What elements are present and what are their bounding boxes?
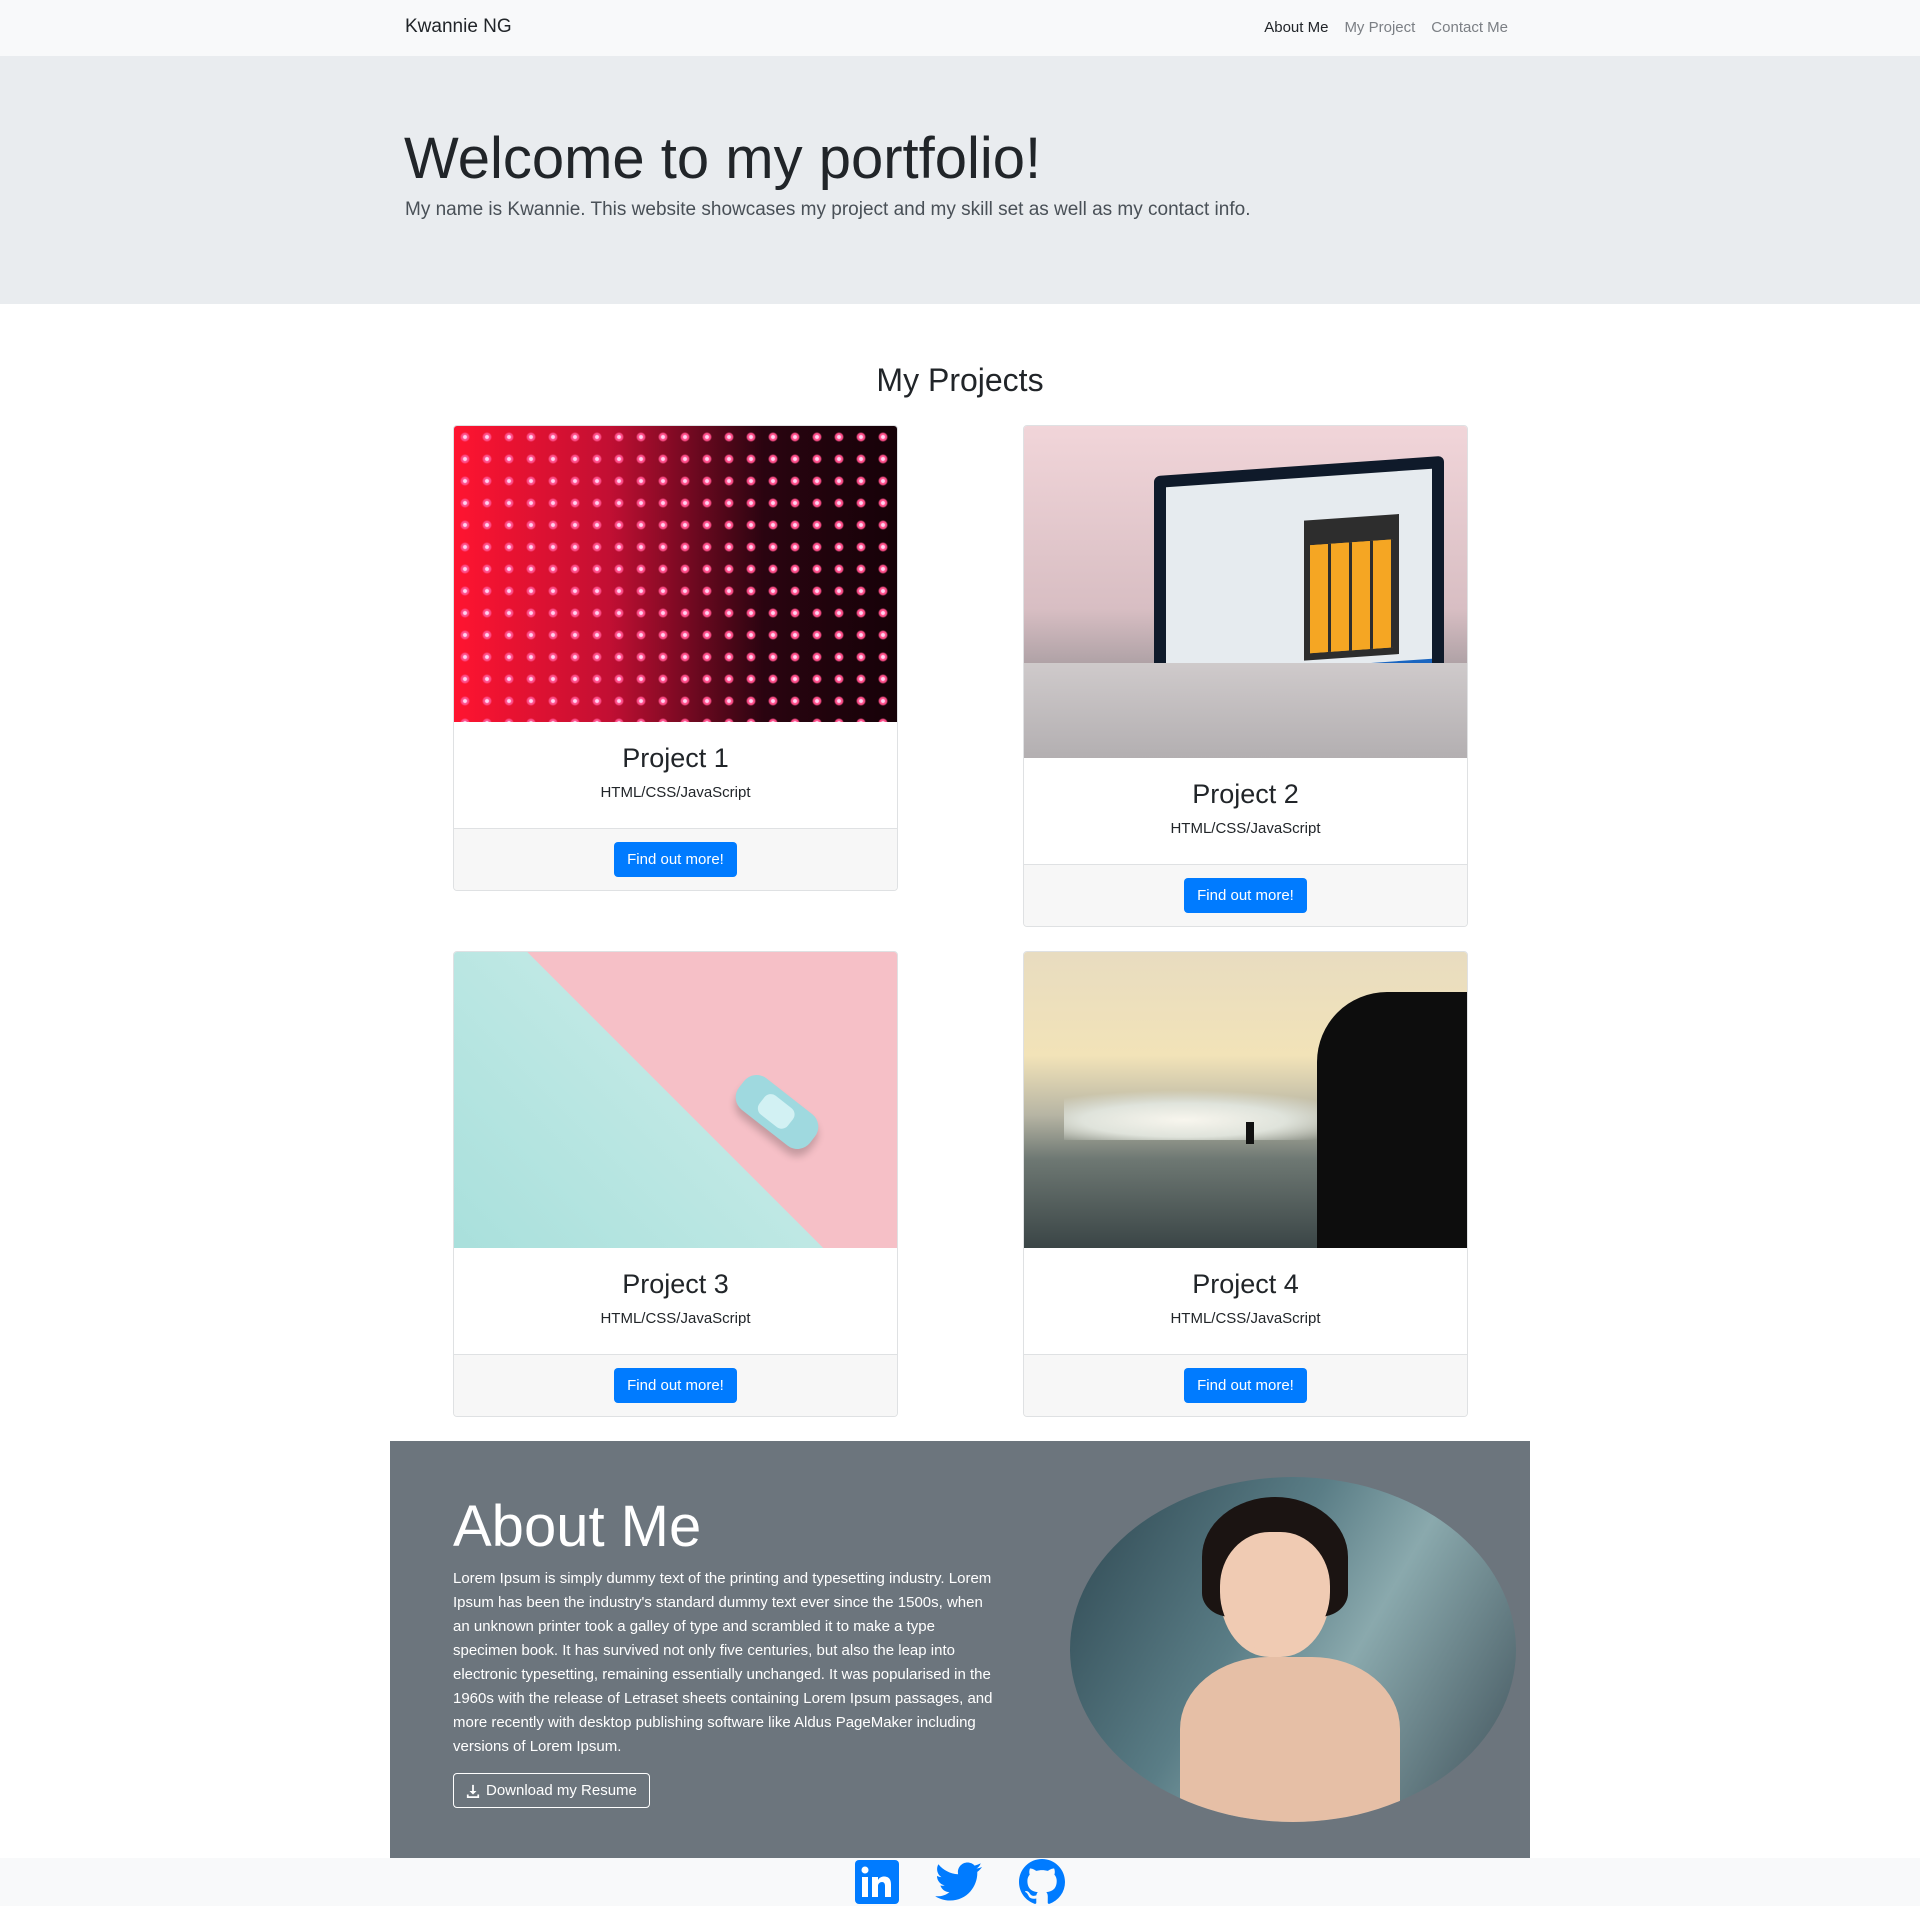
card-subtitle: HTML/CSS/JavaScript (1170, 820, 1321, 838)
nav-link-contact-me[interactable]: Contact Me (1431, 19, 1508, 36)
navbar: Kwannie NG About Me My Project Contact M… (0, 0, 1920, 56)
project-card-3: Project 3 HTML/CSS/JavaScript Find out m… (453, 951, 898, 1417)
about-title: About Me (453, 1494, 702, 1559)
card-subtitle: HTML/CSS/JavaScript (1170, 1310, 1321, 1328)
linkedin-icon[interactable] (855, 1860, 899, 1904)
toy-car-photo (454, 952, 897, 1248)
card-body: Project 3 HTML/CSS/JavaScript (454, 1248, 897, 1354)
laptop-keyboard (1024, 663, 1467, 758)
twitter-icon[interactable] (935, 1862, 983, 1902)
navbar-brand[interactable]: Kwannie NG (405, 16, 512, 38)
card-title: Project 4 (1192, 1269, 1299, 1299)
card-footer: Find out more! (1024, 864, 1467, 926)
card-title: Project 3 (622, 1269, 729, 1299)
github-icon[interactable] (1019, 1859, 1065, 1905)
download-resume-label: Download my Resume (486, 1782, 637, 1799)
jumbotron: Welcome to my portfolio! My name is Kwan… (0, 56, 1920, 304)
card-footer: Find out more! (1024, 1354, 1467, 1416)
about-text: Lorem Ipsum is simply dummy text of the … (453, 1570, 993, 1755)
card-subtitle: HTML/CSS/JavaScript (600, 1310, 751, 1328)
project-card-2: Project 2 HTML/CSS/JavaScript Find out m… (1023, 425, 1468, 927)
footer (0, 1858, 1920, 1906)
jumbotron-lead: My name is Kwannie. This website showcas… (405, 199, 1251, 220)
surfer (1246, 1122, 1254, 1144)
portrait-jacket (1180, 1657, 1400, 1822)
nav-link-my-project[interactable]: My Project (1344, 19, 1415, 36)
project-card-1: Project 1 HTML/CSS/JavaScript Find out m… (453, 425, 898, 891)
download-resume-button[interactable]: Download my Resume (453, 1773, 650, 1808)
card-body: Project 4 HTML/CSS/JavaScript (1024, 1248, 1467, 1354)
find-out-more-button-2[interactable]: Find out more! (1184, 878, 1307, 913)
card-title: Project 1 (622, 743, 729, 773)
silhouette (1317, 992, 1467, 1248)
project-card-4: Project 4 HTML/CSS/JavaScript Find out m… (1023, 951, 1468, 1417)
toy-car (729, 1068, 825, 1156)
nav-link-about-me[interactable]: About Me (1264, 19, 1328, 36)
download-icon (466, 1784, 480, 1798)
card-footer: Find out more! (454, 1354, 897, 1416)
about-section: About Me Lorem Ipsum is simply dummy tex… (390, 1441, 1530, 1858)
find-out-more-button-3[interactable]: Find out more! (614, 1368, 737, 1403)
led-wall-photo (454, 426, 897, 722)
card-title: Project 2 (1192, 779, 1299, 809)
card-body: Project 1 HTML/CSS/JavaScript (454, 722, 897, 828)
jumbotron-title: Welcome to my portfolio! (404, 126, 1042, 191)
card-body: Project 2 HTML/CSS/JavaScript (1024, 758, 1467, 864)
portrait-photo (1070, 1477, 1516, 1822)
find-out-more-button-4[interactable]: Find out more! (1184, 1368, 1307, 1403)
surfer-ocean-photo (1024, 952, 1467, 1248)
projects-heading: My Projects (876, 362, 1044, 398)
find-out-more-button-1[interactable]: Find out more! (614, 842, 737, 877)
laptop-calculator-photo (1024, 426, 1467, 758)
card-footer: Find out more! (454, 828, 897, 890)
nav-links: About Me My Project Contact Me (1264, 19, 1508, 36)
card-subtitle: HTML/CSS/JavaScript (600, 784, 751, 802)
